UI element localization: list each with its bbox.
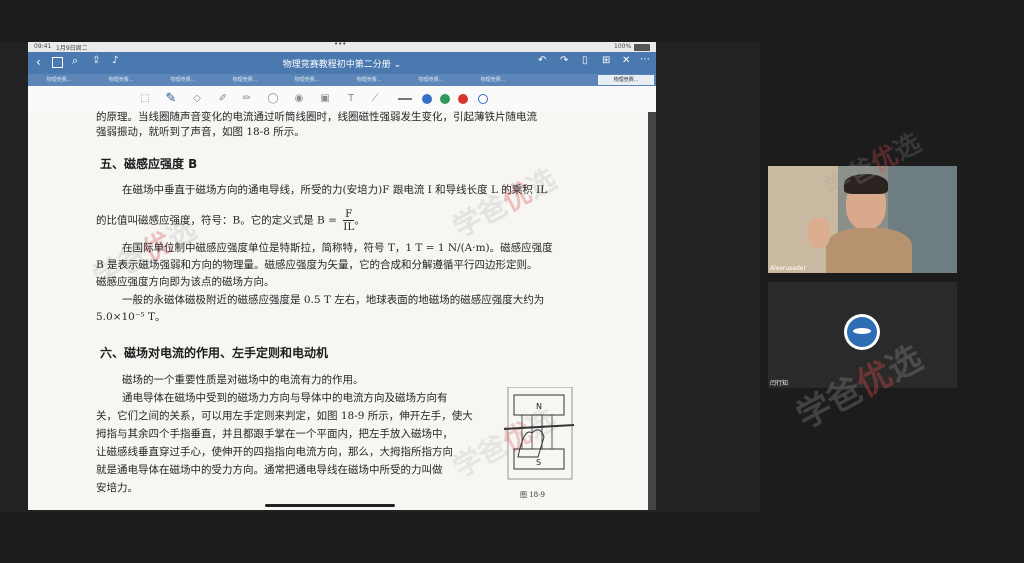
text-line: 关，它们之间的关系，可以用左手定则来判定，如图 18-9 所示，伸开左手，使大	[96, 410, 473, 422]
text-line: 安培力。	[96, 482, 138, 494]
text-icon[interactable]: T	[344, 92, 358, 106]
shared-ipad-screen: 09:41 1月9日周二 ••• 100% ‹ ⌕ ⇪ ♪ 物理竞赛教程初中第二…	[28, 42, 656, 510]
avatar-logo	[853, 328, 871, 334]
app-nav-bar: ‹ ⌕ ⇪ ♪ 物理竞赛教程初中第二分册 ⌄ ↶ ↷ ▯ ⊞ ✕ ⋯	[28, 52, 656, 74]
section-heading-6: 六、磁场对电流的作用、左手定则和电动机	[100, 346, 329, 360]
avatar	[844, 314, 880, 350]
document-title-text: 物理竞赛教程初中第二分册	[282, 60, 391, 70]
text-line: 拇指与其余四个手指垂直，并且都跟手掌在一个平面内，把左手放入磁场中，	[96, 428, 453, 440]
document-tab[interactable]: 物理竞赛...	[216, 75, 274, 85]
color-green-dot[interactable]	[440, 94, 450, 104]
page-edge	[648, 112, 656, 510]
battery-icon	[634, 44, 650, 51]
left-hand-rule-diagram: N S 图 18-9	[503, 386, 575, 499]
text-line: 让磁感线垂直穿过手心，使伸开的四指指向电流方向，那么，大拇指所指方向	[96, 446, 453, 458]
color-blue-dot[interactable]	[422, 94, 432, 104]
text-line: 在国际单位制中磁感应强度单位是特斯拉，简称特，符号 T，1 T = 1 N/(A…	[122, 242, 553, 254]
close-icon[interactable]: ✕	[622, 55, 630, 66]
color-picker-icon[interactable]	[478, 94, 488, 104]
participant-name: 闫行知	[770, 380, 789, 387]
document-tab-active[interactable]: 物理竞赛...	[598, 75, 654, 85]
document-tab[interactable]: 物理竞赛...	[92, 75, 150, 85]
document-tab[interactable]: 物理竞赛...	[464, 75, 522, 85]
multitask-dots[interactable]: •••	[334, 42, 346, 48]
text-line: 的比值叫磁感应强度，符号：B。它的定义式是 B = F IL 。	[96, 208, 365, 233]
figure-caption: 图 18-9	[520, 491, 545, 499]
formula-end: 。	[354, 214, 365, 227]
text-line: 在磁场中垂直于磁场方向的通电导线，所受的力(安培力)F 跟电流 I 和导线长度 …	[122, 184, 548, 196]
section-heading-5: 五、磁感应强度 B	[100, 157, 198, 171]
document-tab[interactable]: 物理竞赛...	[30, 75, 88, 85]
lasso-icon[interactable]: ⬚	[138, 92, 152, 106]
redo-icon[interactable]: ↷	[560, 55, 568, 66]
home-indicator	[265, 504, 395, 507]
pencil-icon[interactable]: ✏	[240, 92, 254, 106]
text-line: 强弱振动，就听到了声音，如图 18-8 所示。	[96, 126, 305, 138]
new-page-icon[interactable]: ⊞	[602, 55, 610, 66]
ipad-status-bar: 09:41 1月9日周二 ••• 100%	[28, 42, 656, 52]
status-time: 09:41	[34, 43, 52, 50]
watermark-text: 学爸优选	[447, 162, 562, 245]
figure-s-label: S	[536, 458, 541, 467]
formula-lead: 的比值叫磁感应强度，符号：B。它的定义式是 B =	[96, 214, 337, 227]
document-tab[interactable]: 物理竞赛...	[402, 75, 460, 85]
camera-icon[interactable]: ◉	[292, 92, 306, 106]
document-tab[interactable]: 物理竞赛...	[340, 75, 398, 85]
participant-name: Alexrusader	[770, 265, 806, 272]
text-line: 就是通电导体在磁场中的受力方向。通常把通电导线在磁场中所受的力叫做	[96, 464, 443, 476]
stroke-width-icon[interactable]	[398, 98, 412, 100]
highlighter-icon[interactable]: ✐	[216, 92, 230, 106]
status-date: 1月9日周二	[56, 45, 88, 52]
text-line: 的原理。当线圈随声音变化的电流通过听筒线圈时，线圈磁性强弱发生变化，引起薄铁片随…	[96, 111, 537, 123]
figure-18-9: N S 图 18-9	[500, 386, 580, 502]
bookmark-icon[interactable]: ▯	[582, 55, 588, 66]
image-icon[interactable]: ▣	[318, 92, 332, 106]
participant-sweater	[826, 228, 912, 273]
eraser-icon[interactable]: ◇	[190, 92, 204, 106]
document-tab-bar: 物理竞赛... 物理竞赛... 物理竞赛... 物理竞赛... 物理竞赛... …	[28, 74, 656, 86]
document-tab[interactable]: 物理竞赛...	[278, 75, 336, 85]
document-tab[interactable]: 物理竞赛...	[154, 75, 212, 85]
text-line: 一般的永磁体磁极附近的磁感应强度是 0.5 T 左右，地球表面的地磁场的磁感应强…	[122, 294, 545, 306]
text-line: 通电导体在磁场中受到的磁场力方向与导体中的电流方向及磁场方向有	[122, 392, 448, 404]
undo-icon[interactable]: ↶	[538, 55, 546, 66]
more-icon[interactable]: ⋯	[640, 54, 650, 65]
laser-icon[interactable]: ⟋	[368, 92, 382, 106]
formula-denominator: IL	[343, 221, 355, 233]
figure-n-label: N	[536, 402, 542, 411]
text-line: 5.0×10⁻⁵ T。	[96, 311, 166, 323]
text-line: 磁场的一个重要性质是对磁场中的电流有力的作用。	[122, 374, 364, 386]
text-line: 磁感应强度方向即为该点的磁场方向。	[96, 276, 275, 288]
formula-numerator: F	[343, 208, 355, 221]
status-battery-text: 100%	[614, 43, 632, 50]
title-dropdown-icon: ⌄	[393, 60, 402, 70]
pen-icon[interactable]: ✎	[164, 92, 178, 106]
participant-hand	[808, 218, 830, 248]
shapes-icon[interactable]: ◯	[266, 92, 280, 106]
text-line: B 是表示磁场强弱和方向的物理量。磁感应强度为矢量，它的合成和分解遵循平行四边形…	[96, 259, 538, 271]
color-red-dot[interactable]	[458, 94, 468, 104]
formula-fraction: F IL	[343, 208, 355, 233]
